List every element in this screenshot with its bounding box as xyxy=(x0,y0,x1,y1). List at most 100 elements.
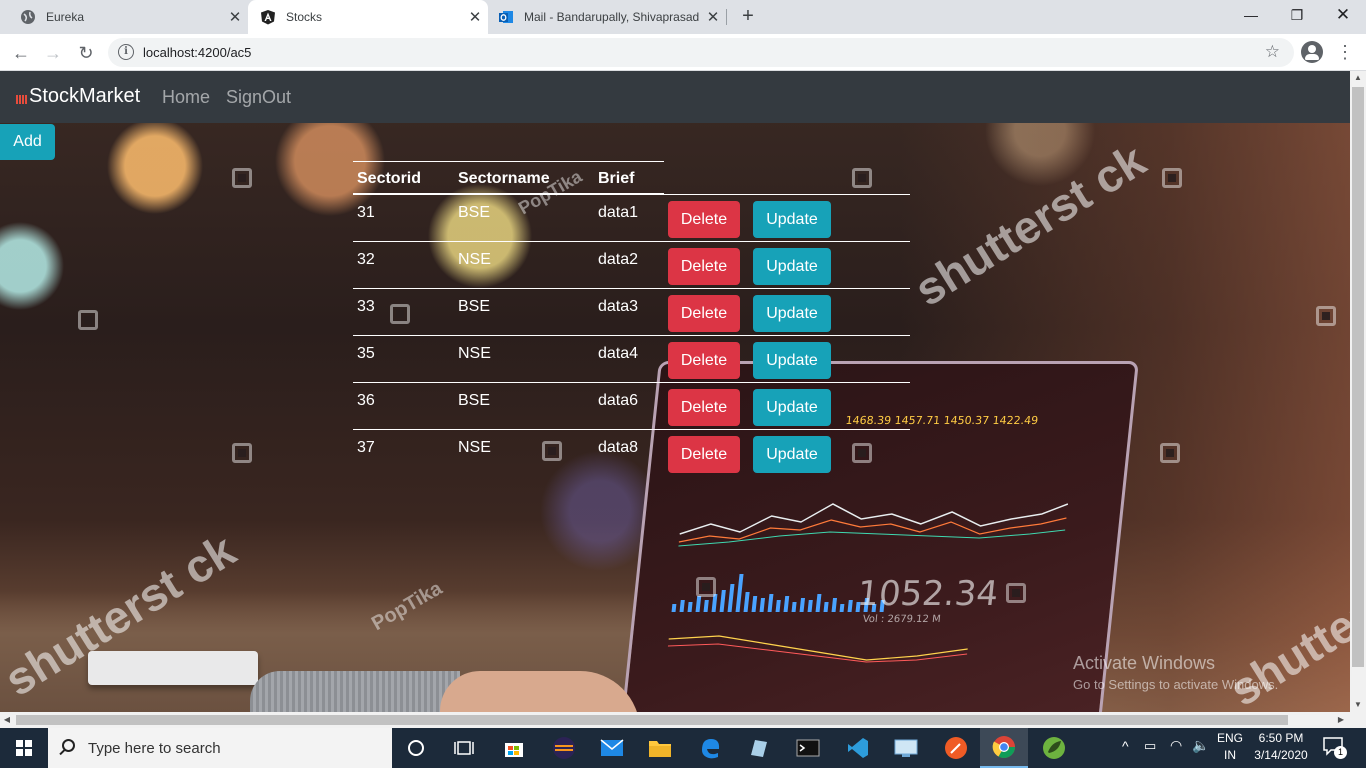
address-bar[interactable]: i localhost:4200/ac5 ☆ xyxy=(108,38,1294,67)
task-view-icon[interactable] xyxy=(440,728,488,768)
cell-sectorid: 37 xyxy=(357,439,375,456)
lang-line2: IN xyxy=(1224,748,1236,762)
postman-icon[interactable] xyxy=(932,728,980,768)
file-explorer-icon[interactable] xyxy=(636,728,684,768)
battery-icon[interactable]: ▭ xyxy=(1144,738,1156,754)
app-navbar: StockMarket Home SignOut xyxy=(0,71,1350,123)
tab-eureka[interactable]: Eureka ✕ xyxy=(0,0,248,34)
update-button[interactable]: Update xyxy=(753,389,831,426)
reload-button[interactable]: ↻ xyxy=(73,40,99,66)
search-placeholder: Type here to search xyxy=(88,740,221,757)
update-button[interactable]: Update xyxy=(753,342,831,379)
delete-button[interactable]: Delete xyxy=(668,436,740,473)
globe-icon xyxy=(20,9,36,25)
notification-center-icon[interactable]: 1 xyxy=(1322,736,1347,760)
scroll-down-arrow-icon[interactable]: ▼ xyxy=(1350,698,1366,712)
vscode-icon[interactable] xyxy=(834,728,882,768)
eclipse-icon[interactable] xyxy=(540,728,588,768)
brand-name: StockMarket xyxy=(29,85,141,107)
scroll-left-arrow-icon[interactable]: ◀ xyxy=(0,712,14,728)
vertical-scroll-thumb[interactable] xyxy=(1352,87,1364,667)
update-button[interactable]: Update xyxy=(753,201,831,238)
nav-home-link[interactable]: Home xyxy=(162,87,210,108)
tray-overflow-icon[interactable]: ^ xyxy=(1122,738,1129,754)
notes-app-icon[interactable] xyxy=(734,728,782,768)
brand-link[interactable]: StockMarket xyxy=(16,85,140,108)
delete-button[interactable]: Delete xyxy=(668,201,740,238)
vertical-scrollbar[interactable]: ▲ ▼ xyxy=(1350,71,1366,712)
chrome-icon[interactable] xyxy=(980,728,1028,768)
cell-brief: data1 xyxy=(598,204,639,221)
delete-button[interactable]: Delete xyxy=(668,248,740,285)
sleeve-image xyxy=(250,671,460,712)
start-button[interactable] xyxy=(0,728,48,768)
tab-title: Mail - Bandarupally, Shivaprasad xyxy=(524,10,700,24)
terminal-icon[interactable] xyxy=(784,728,832,768)
watermark-icon xyxy=(232,443,252,463)
cortana-icon[interactable] xyxy=(392,728,440,768)
watermark-icon xyxy=(696,577,716,597)
menu-kebab-icon[interactable]: ⋮ xyxy=(1336,40,1354,64)
update-button[interactable]: Update xyxy=(753,248,831,285)
horizontal-scroll-thumb[interactable] xyxy=(16,715,1288,725)
forward-button[interactable]: → xyxy=(40,40,66,66)
cell-sectorname: BSE xyxy=(458,298,491,315)
edge-icon[interactable] xyxy=(686,728,734,768)
table-row: 35 NSE data4 Delete Update xyxy=(353,336,910,383)
volume-icon[interactable]: 🔈 xyxy=(1192,737,1209,754)
lang-line1: ENG xyxy=(1216,731,1243,745)
delete-button[interactable]: Delete xyxy=(668,389,740,426)
mail-icon[interactable] xyxy=(588,728,636,768)
table-header: Sectorid Sectorname Brief xyxy=(353,161,664,195)
table-row: 37 NSE data8 Delete Update xyxy=(353,430,910,477)
laptop-value: 1052.34 xyxy=(855,574,1001,614)
update-button[interactable]: Update xyxy=(753,295,831,332)
taskbar-search[interactable]: Type here to search xyxy=(48,728,392,768)
info-icon[interactable]: i xyxy=(118,44,134,60)
table-body: 31 BSE data1 Delete Update 32 NSE data2 Delete Up… xyxy=(353,195,910,477)
bookmark-star-icon[interactable]: ☆ xyxy=(1265,42,1280,62)
scroll-right-arrow-icon[interactable]: ▶ xyxy=(1334,712,1348,728)
wifi-icon[interactable]: ◠ xyxy=(1170,737,1182,754)
new-tab-button[interactable]: + xyxy=(737,5,759,27)
nav-signout-link[interactable]: SignOut xyxy=(226,87,291,108)
close-icon[interactable]: ✕ xyxy=(700,8,726,26)
spring-tool-icon[interactable] xyxy=(1030,728,1078,768)
table-row: 36 BSE data6 Delete Update xyxy=(353,383,910,430)
delete-button[interactable]: Delete xyxy=(668,295,740,332)
horizontal-scrollbar[interactable]: ◀ ▶ xyxy=(0,712,1366,728)
back-button[interactable]: ← xyxy=(8,40,34,66)
cell-sectorid: 36 xyxy=(357,392,375,409)
windows-activation-notice: Activate Windows Go to Settings to activ… xyxy=(1073,653,1278,692)
url-text: localhost:4200/ac5 xyxy=(143,45,252,60)
scroll-up-arrow-icon[interactable]: ▲ xyxy=(1350,71,1366,85)
clock-date: 3/14/2020 xyxy=(1254,748,1308,762)
restore-button[interactable]: ❐ xyxy=(1274,0,1320,30)
cell-brief: data4 xyxy=(598,345,639,362)
search-icon xyxy=(62,739,75,752)
table-row: 33 BSE data3 Delete Update xyxy=(353,289,910,336)
clock[interactable]: 6:50 PM 3/14/2020 xyxy=(1246,730,1316,764)
window-close-button[interactable]: ✕ xyxy=(1320,0,1366,30)
remote-desktop-icon[interactable] xyxy=(882,728,930,768)
laptop-vol: Vol : 2679.12 M xyxy=(862,614,942,625)
tab-mail[interactable]: Mail - Bandarupally, Shivaprasad ✕ xyxy=(488,0,726,34)
add-button[interactable]: Add xyxy=(0,124,55,160)
delete-button[interactable]: Delete xyxy=(668,342,740,379)
close-icon[interactable]: ✕ xyxy=(462,8,488,26)
cell-sectorid: 31 xyxy=(357,204,375,221)
watermark-icon xyxy=(78,310,98,330)
update-button[interactable]: Update xyxy=(753,436,831,473)
minimize-button[interactable]: — xyxy=(1228,0,1274,30)
store-icon[interactable] xyxy=(490,728,538,768)
watermark-icon xyxy=(232,168,252,188)
profile-avatar-icon[interactable] xyxy=(1301,41,1323,63)
close-icon[interactable]: ✕ xyxy=(222,8,248,26)
cell-sectorid: 33 xyxy=(357,298,375,315)
language-indicator[interactable]: ENG IN xyxy=(1214,730,1246,764)
cell-sectorname: NSE xyxy=(458,251,491,268)
tab-stocks[interactable]: Stocks ✕ xyxy=(248,0,488,34)
header-brief: Brief xyxy=(598,170,635,187)
cell-sectorid: 32 xyxy=(357,251,375,268)
page-viewport: 1468.39 1457.71 1450.37 1422.49 1052.34 … xyxy=(0,71,1350,712)
